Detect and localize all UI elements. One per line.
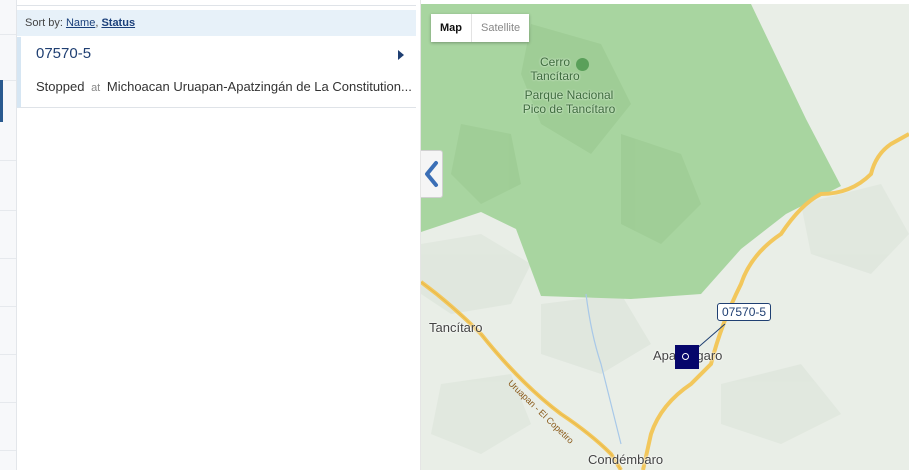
unit-name: 07570-5	[36, 45, 92, 62]
map-type-control: Map Satellite	[431, 14, 530, 42]
divider	[0, 450, 16, 451]
unit-callout[interactable]: 07570-5	[717, 303, 772, 321]
map-view[interactable]: Map Satellite Cerro Tancítaro Parque Nac…	[421, 4, 909, 470]
collapse-panel-button[interactable]	[421, 150, 443, 198]
sort-separator: ,	[95, 17, 99, 29]
divider	[0, 210, 16, 211]
sort-bar: Sort by: Name, Status	[17, 10, 416, 36]
park-label: Parque Nacional Pico de Tancítaro	[522, 88, 616, 116]
unit-status-line: Stopped at Michoacan Uruapan-Apatzingán …	[36, 79, 411, 94]
divider	[0, 354, 16, 355]
chevron-left-icon	[425, 161, 438, 187]
unit-card[interactable]: 07570-5 Stopped at Michoacan Uruapan-Apa…	[17, 37, 416, 108]
unit-status: Stopped	[36, 79, 85, 94]
place-label: Tancítaro	[429, 320, 483, 335]
sort-by-name-link[interactable]: Name	[66, 17, 95, 29]
map-type-map-button[interactable]: Map	[431, 14, 471, 42]
map-canvas	[421, 4, 909, 470]
place-label: Condémbaro	[588, 452, 664, 467]
at-label: at	[91, 82, 101, 94]
divider	[0, 34, 16, 35]
left-edge-strip	[0, 0, 17, 470]
sort-label: Sort by:	[25, 17, 63, 29]
sort-by-status-link[interactable]: Status	[101, 17, 135, 29]
unit-location: Michoacan Uruapan-Apatzingán de La Const…	[106, 79, 411, 94]
map-type-satellite-button[interactable]: Satellite	[471, 14, 529, 42]
chevron-right-icon[interactable]	[398, 50, 404, 60]
active-indicator	[0, 80, 3, 122]
unit-list-panel: Sort by: Name, Status 07570-5 Stopped at…	[17, 0, 421, 470]
panel-header-border	[17, 0, 416, 6]
marker-dot-icon	[682, 353, 689, 360]
vehicle-marker[interactable]	[675, 345, 699, 369]
peak-icon	[576, 58, 589, 71]
divider	[0, 306, 16, 307]
divider	[0, 160, 16, 161]
divider	[0, 402, 16, 403]
divider	[0, 258, 16, 259]
